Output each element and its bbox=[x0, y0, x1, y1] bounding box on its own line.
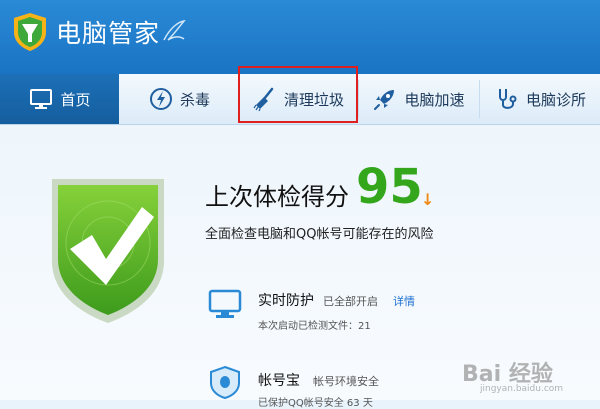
realtime-protection-status: 已全部开启 bbox=[323, 295, 378, 308]
monitor-shield-icon bbox=[208, 289, 242, 318]
account-guard-subtext: 已保护QQ帐号安全 63 天 bbox=[258, 398, 373, 409]
tab-clean-junk[interactable]: 清理垃圾 bbox=[239, 74, 357, 124]
baidu-watermark-url: jingyan.baidu.com bbox=[480, 384, 564, 394]
tab-antivirus[interactable]: 杀毒 bbox=[120, 74, 238, 124]
signature-swoosh-icon bbox=[163, 19, 186, 41]
qq-shield-icon bbox=[210, 365, 240, 399]
lightning-icon bbox=[149, 88, 172, 110]
tab-antivirus-label: 杀毒 bbox=[179, 90, 210, 109]
tab-home[interactable]: 首页 bbox=[0, 74, 119, 124]
score-title: 上次体检得分 bbox=[205, 183, 349, 211]
realtime-protection-title: 实时防护 bbox=[258, 293, 314, 309]
tab-speedup-label: 电脑加速 bbox=[404, 90, 465, 109]
app-logo-icon bbox=[14, 13, 46, 51]
tab-speedup[interactable]: 电脑加速 bbox=[359, 74, 478, 124]
realtime-protection-details-link[interactable]: 详情 bbox=[393, 293, 415, 309]
account-guard-title: 帐号宝 bbox=[258, 373, 300, 389]
realtime-protection-subtext: 本次启动已检测文件：21 bbox=[258, 321, 371, 332]
monitor-icon bbox=[30, 89, 53, 109]
tab-pc-clinic[interactable]: 电脑诊所 bbox=[480, 74, 600, 124]
title-bar: 电脑管家 bbox=[0, 0, 600, 74]
tab-pc-clinic-label: 电脑诊所 bbox=[525, 90, 586, 109]
tab-clean-junk-label: 清理垃圾 bbox=[283, 90, 344, 109]
app-title: 电脑管家 bbox=[56, 19, 161, 48]
rocket-icon bbox=[374, 90, 395, 110]
security-shield-icon bbox=[52, 179, 164, 323]
account-guard-status: 帐号环境安全 bbox=[313, 375, 379, 388]
score-value: 95 bbox=[356, 159, 423, 215]
tab-home-label: 首页 bbox=[60, 90, 91, 109]
nav-bar: 首页 杀毒 清理垃圾 电脑加速 电脑诊所 bbox=[0, 74, 600, 125]
score-description: 全面检查电脑和QQ帐号可能存在的风险 bbox=[205, 227, 434, 242]
down-arrow-icon: ↓ bbox=[421, 190, 435, 209]
stethoscope-icon bbox=[498, 89, 517, 109]
broom-icon bbox=[253, 87, 274, 112]
